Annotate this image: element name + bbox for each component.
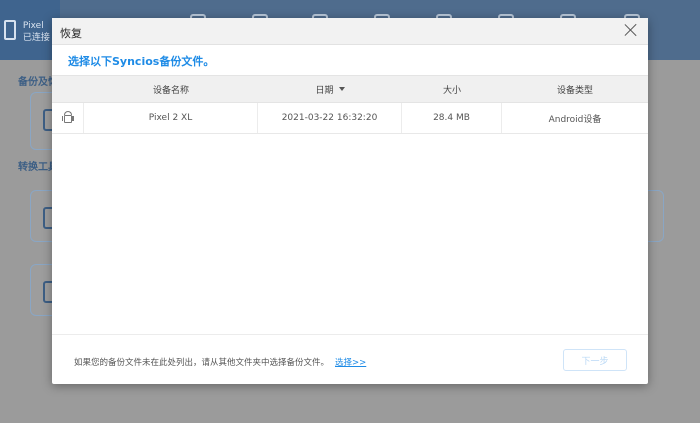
android-icon [61, 111, 74, 125]
dialog-header: 恢复 [52, 18, 648, 45]
header-device-name[interactable]: 设备名称 [84, 76, 258, 102]
header-device-type[interactable]: 设备类型 [502, 76, 648, 102]
row-icon-cell [52, 103, 84, 133]
instruction-text: 选择以下Syncios备份文件。 [68, 55, 215, 68]
row-device-name: Pixel 2 XL [84, 103, 258, 133]
device-status: 已连接 [22, 33, 50, 43]
footer-divider [52, 334, 648, 335]
table-row[interactable]: Pixel 2 XL 2021-03-22 16:32:20 28.4 MB A… [52, 103, 648, 134]
close-icon[interactable] [624, 23, 638, 37]
choose-folder-link[interactable]: 选择>> [335, 358, 366, 368]
sort-down-icon [338, 87, 345, 91]
row-date: 2021-03-22 16:32:20 [258, 103, 402, 133]
next-button[interactable]: 下一步 [563, 349, 627, 371]
row-size: 28.4 MB [402, 103, 502, 133]
dialog-title: 恢复 [60, 27, 82, 40]
backup-table: 设备名称 日期 大小 设备类型 Pixel 2 XL 2021-03-22 16… [52, 75, 648, 134]
header-icon-col [52, 76, 84, 102]
row-device-type: Android设备 [548, 114, 602, 125]
header-date[interactable]: 日期 [258, 76, 402, 102]
footer-hint: 如果您的备份文件未在此处列出，请从其他文件夹中选择备份文件。 选择>> [74, 356, 366, 368]
device-name: Pixel [22, 21, 44, 31]
header-size[interactable]: 大小 [402, 76, 502, 102]
footer-hint-text: 如果您的备份文件未在此处列出，请从其他文件夹中选择备份文件。 [74, 358, 330, 368]
phone-icon [4, 20, 16, 40]
restore-dialog: 恢复 选择以下Syncios备份文件。 设备名称 日期 大小 设备类型 Pixe… [52, 18, 648, 384]
device-panel: Pixel 已连接 [0, 0, 60, 60]
table-header: 设备名称 日期 大小 设备类型 [52, 75, 648, 103]
